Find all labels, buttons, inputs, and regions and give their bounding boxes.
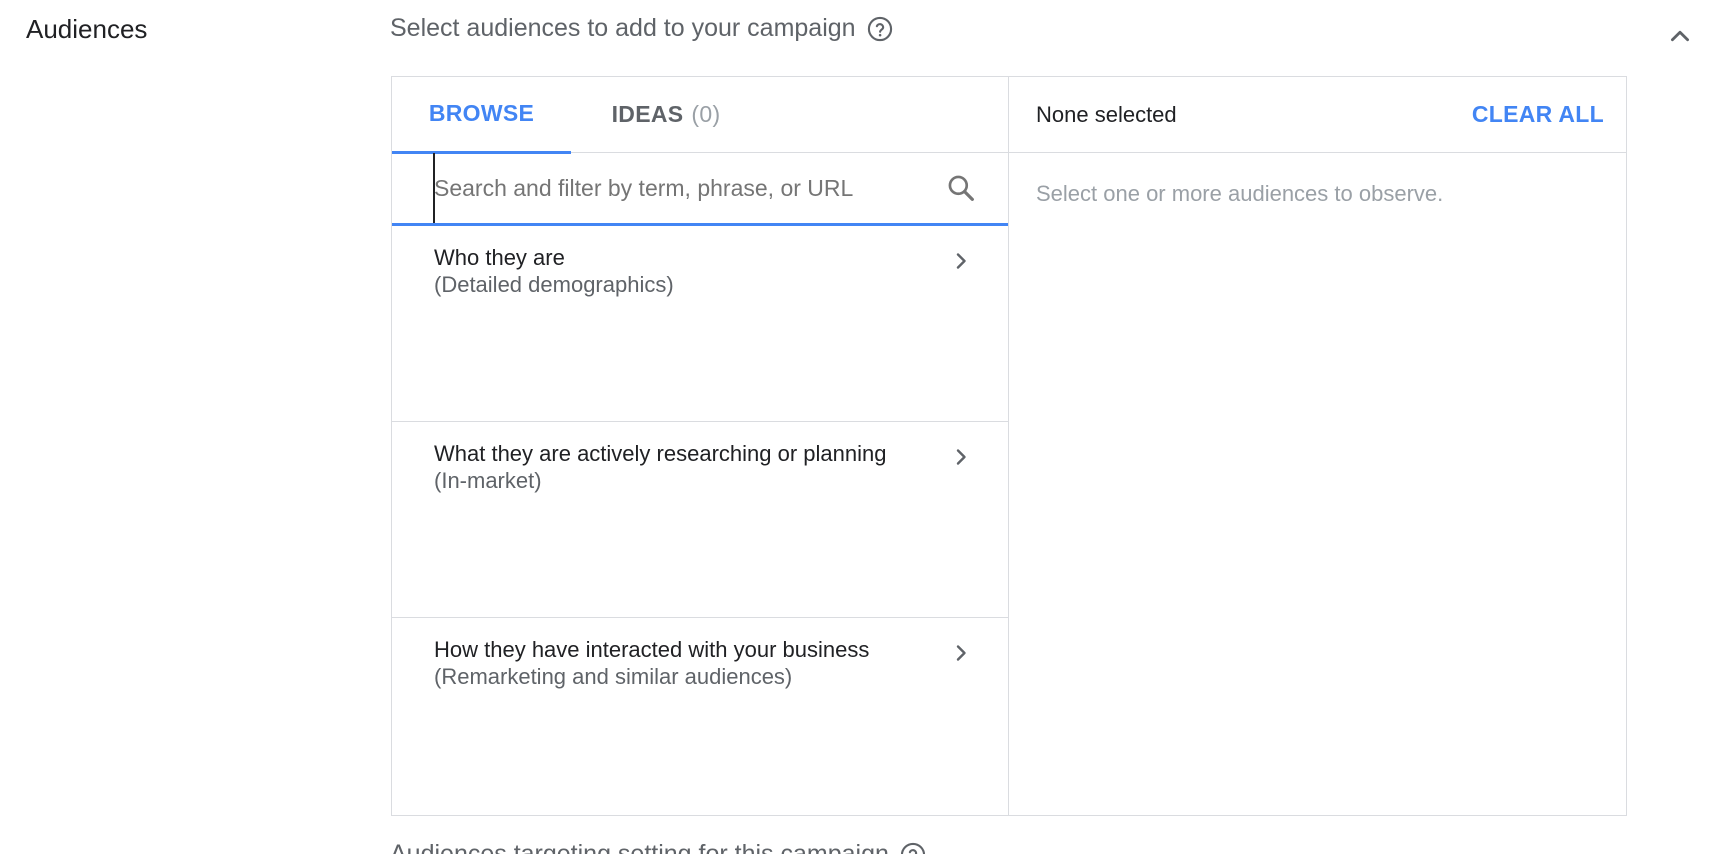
clear-all-button[interactable]: CLEAR ALL <box>1472 101 1604 128</box>
category-title: How they have interacted with your busin… <box>434 637 870 662</box>
subtitle-text: Select audiences to add to your campaign <box>390 14 856 42</box>
category-subtitle: (In-market) <box>434 468 542 493</box>
chevron-right-icon[interactable] <box>948 248 974 274</box>
tab-bar: BROWSE IDEAS (0) <box>392 77 1008 154</box>
tab-ideas-label: IDEAS <box>611 101 684 127</box>
chevron-up-icon[interactable] <box>1662 18 1698 54</box>
category-subtitle: (Detailed demographics) <box>434 272 674 297</box>
footer-text: Audiences targeting setting for this cam… <box>390 840 889 854</box>
search-bar <box>392 153 1008 226</box>
tab-browse-label: BROWSE <box>428 100 535 127</box>
tab-ideas[interactable]: IDEAS (0) <box>571 77 761 152</box>
browse-pane: BROWSE IDEAS (0) Who <box>392 77 1009 815</box>
empty-selection-message: Select one or more audiences to observe. <box>1036 181 1444 206</box>
category-list: Who they are (Detailed demographics) Wha… <box>392 226 1008 815</box>
search-input[interactable] <box>434 174 944 202</box>
category-title: Who they are <box>434 245 565 270</box>
tab-ideas-count: (0) <box>691 101 721 127</box>
tab-browse[interactable]: BROWSE <box>392 77 571 154</box>
chevron-right-icon[interactable] <box>948 640 974 666</box>
section-title: Audiences <box>26 14 148 44</box>
chevron-right-icon[interactable] <box>948 444 974 470</box>
selection-pane: None selected CLEAR ALL Select one or mo… <box>1009 77 1626 815</box>
audience-picker-panel: BROWSE IDEAS (0) Who <box>391 76 1627 816</box>
category-in-market[interactable]: What they are actively researching or pl… <box>392 422 1008 618</box>
targeting-setting-label: Audiences targeting setting for this cam… <box>390 840 927 854</box>
selection-header: None selected CLEAR ALL <box>1009 77 1626 153</box>
search-icon[interactable] <box>944 171 978 205</box>
help-circle-icon[interactable] <box>899 841 927 854</box>
category-detailed-demographics[interactable]: Who they are (Detailed demographics) <box>392 226 1008 422</box>
text-cursor <box>433 153 435 223</box>
category-remarketing[interactable]: How they have interacted with your busin… <box>392 618 1008 815</box>
section-subtitle: Select audiences to add to your campaign <box>390 14 894 43</box>
help-circle-icon[interactable] <box>866 15 894 43</box>
audiences-section: Audiences Select audiences to add to you… <box>0 0 1724 854</box>
selection-status: None selected <box>1036 101 1177 127</box>
category-title: What they are actively researching or pl… <box>434 441 887 466</box>
category-subtitle: (Remarketing and similar audiences) <box>434 664 793 689</box>
